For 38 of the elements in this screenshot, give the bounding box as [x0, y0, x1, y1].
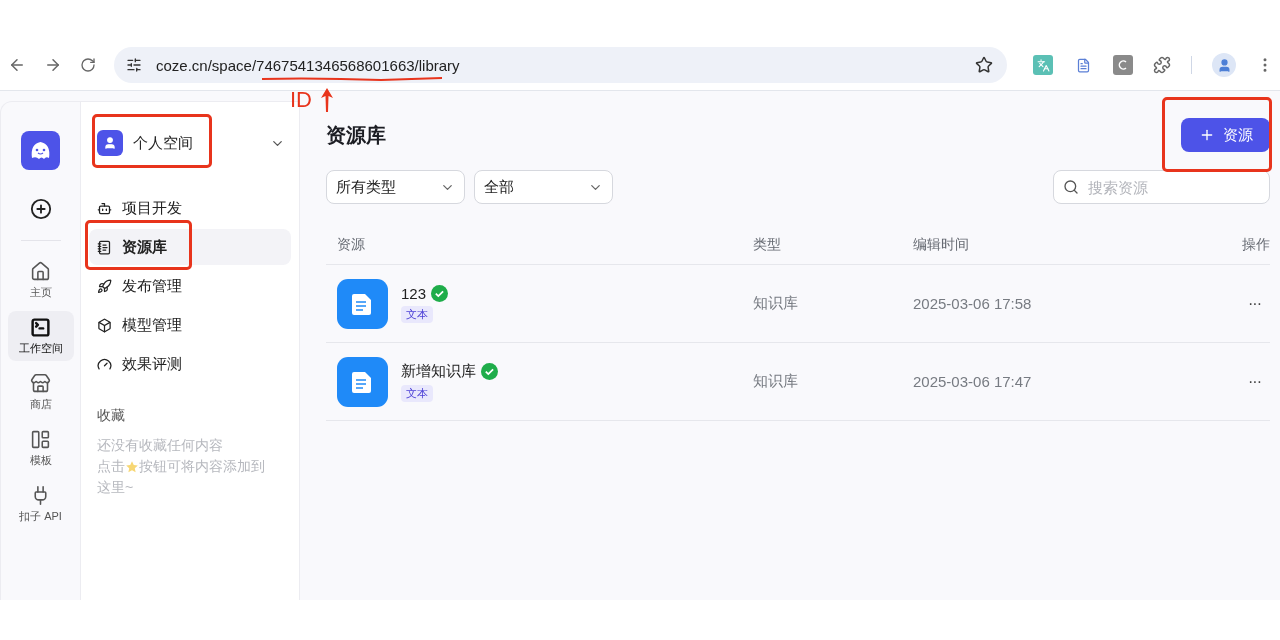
empty-message: 还没有收藏任何内容 — [97, 436, 224, 455]
filter-dropdown[interactable]: 全部 — [474, 170, 613, 204]
url-text: coze.cn/space/7467541346568601663/library — [156, 56, 461, 74]
hint-text: 按钮可将内容添加到 — [139, 457, 265, 476]
page-title: 资源库 — [326, 122, 386, 148]
sidebar-item[interactable]: 发布管理 — [89, 268, 291, 304]
type-tag: 文本 — [401, 384, 433, 402]
more-actions-button[interactable]: ··· — [1248, 294, 1270, 313]
rail-nav-item[interactable]: 模板 — [7, 423, 74, 473]
column-header: 资源 — [337, 236, 366, 254]
rail-nav-item[interactable]: 扣子 API — [7, 479, 74, 529]
favorites-title: 收藏 — [97, 407, 126, 425]
rail-nav-item[interactable]: 工作空间 — [7, 311, 74, 361]
rail-nav-item[interactable]: 主页 — [7, 255, 74, 305]
resource-name[interactable]: 新增知识库 — [401, 361, 476, 381]
column-header: 编辑时间 — [913, 236, 970, 254]
sidebar-item[interactable]: 模型管理 — [89, 307, 291, 343]
hint-text: 这里~ — [97, 478, 134, 497]
hint-text: 点击 — [97, 457, 125, 476]
table-cell-text: 2025-03-06 17:58 — [913, 295, 1033, 312]
sidebar-item[interactable]: 效果评测 — [89, 346, 291, 382]
create-resource-button[interactable]: 资源 — [1181, 118, 1270, 152]
annotation-label: ID — [290, 89, 312, 111]
table-cell-text: 2025-03-06 17:47 — [913, 373, 1033, 390]
address-bar[interactable]: coze.cn/space/7467541346568601663/library — [114, 47, 1007, 83]
sidebar-item[interactable]: 资源库 — [89, 229, 291, 265]
workspace-selector[interactable]: 个人空间 — [89, 126, 291, 160]
more-actions-button[interactable]: ··· — [1248, 372, 1270, 391]
table-cell-text: 知识库 — [753, 372, 799, 391]
resource-name[interactable]: 123 — [401, 284, 427, 302]
column-header: 操作 — [1242, 236, 1270, 254]
filter-dropdown[interactable]: 所有类型 — [326, 170, 465, 204]
sidebar-item[interactable]: 项目开发 — [89, 190, 291, 226]
rail-nav-item[interactable]: 商店 — [7, 367, 74, 417]
table-cell-text: 知识库 — [753, 294, 799, 313]
type-tag: 文本 — [401, 305, 433, 323]
column-header: 类型 — [753, 236, 782, 254]
search-field[interactable]: 搜索资源 — [1053, 170, 1270, 204]
